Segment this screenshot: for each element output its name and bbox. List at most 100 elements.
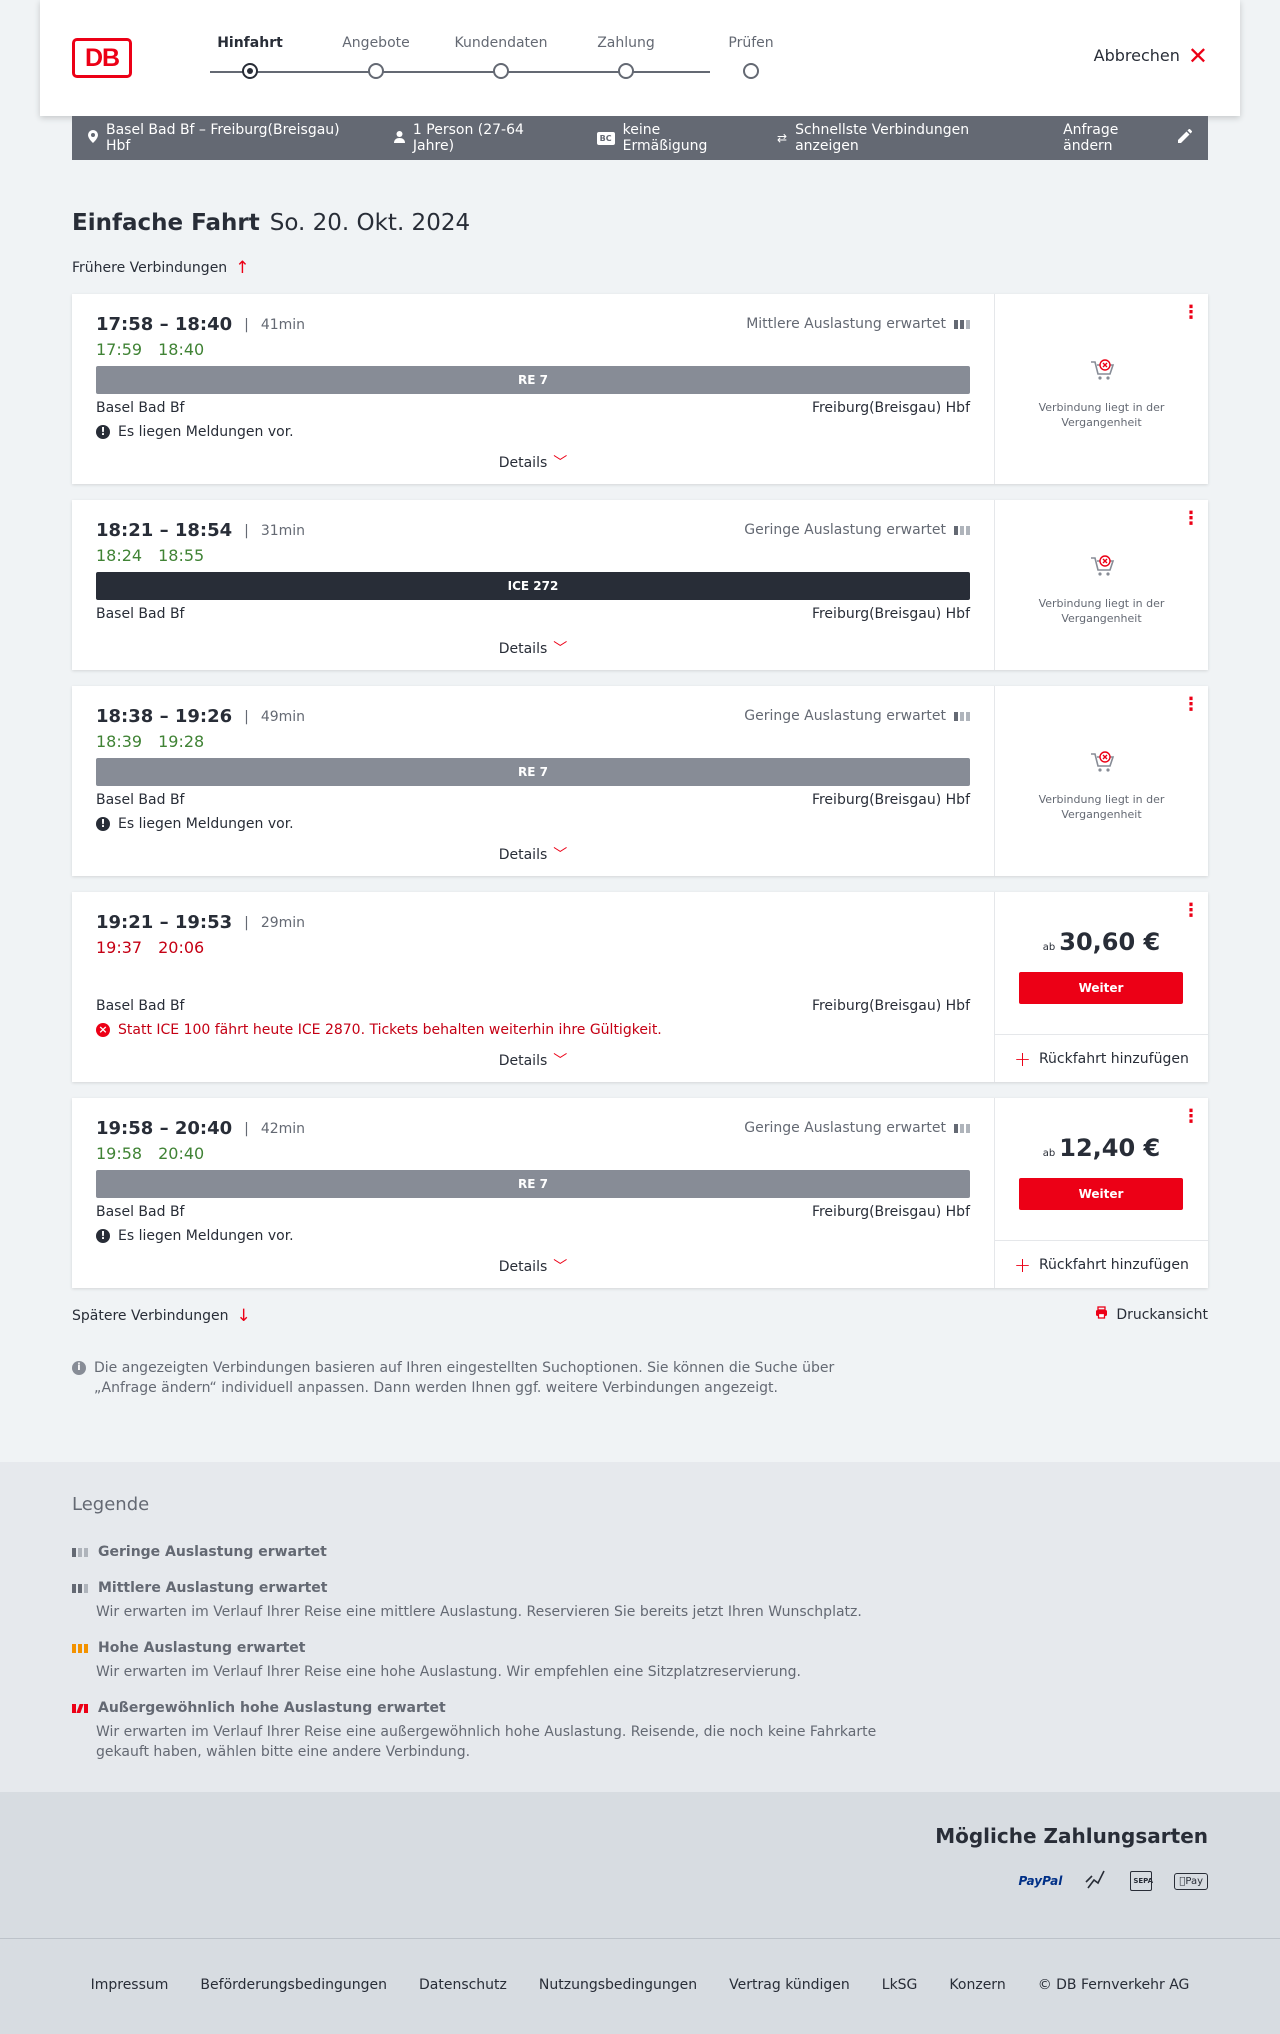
offer-panel: ⋮ Verbindung liegt in der Vergangenheit <box>994 294 1208 484</box>
realtime-departure: 18:24 <box>96 546 143 565</box>
realtime-arrival: 18:55 <box>158 546 205 565</box>
occupancy-info: Geringe Auslastung erwartet <box>744 1120 970 1136</box>
service-message: ! Es liegen Meldungen vor. <box>96 424 294 440</box>
page-title: Einfache Fahrt So. 20. Okt. 2024 <box>72 210 470 236</box>
train-segment-bar[interactable]: RE 7 <box>96 758 970 786</box>
realtime-arrival: 20:06 <box>158 938 205 957</box>
connection-times: 18:21 – 18:54 | 31min <box>96 520 306 541</box>
footer-link-nutzungsbedingungen[interactable]: Nutzungsbedingungen <box>539 1977 697 1993</box>
footer-link-datenschutz[interactable]: Datenschutz <box>419 1977 507 1993</box>
service-message: ! Es liegen Meldungen vor. <box>96 816 294 832</box>
step-dot <box>618 63 634 79</box>
train-segment-bar[interactable]: RE 7 <box>96 1170 970 1198</box>
price-value: 30,60 € <box>1059 928 1161 956</box>
occupancy-text: Geringe Auslastung erwartet <box>744 522 946 538</box>
step-dot <box>368 63 384 79</box>
step-label: Prüfen <box>728 35 774 51</box>
footer-link-lksg[interactable]: LkSG <box>882 1977 918 1993</box>
stations: Basel Bad Bf Freiburg(Breisgau) Hbf <box>96 400 970 416</box>
more-options-icon[interactable]: ⋮ <box>1182 696 1200 714</box>
details-toggle[interactable]: Details ﹀ <box>72 452 994 472</box>
details-toggle[interactable]: Details ﹀ <box>72 638 994 658</box>
chevron-down-icon: ﹀ <box>553 455 568 471</box>
connection-card: 19:21 – 19:53 | 29min 19:37 20:06 Basel Bad… <box>72 892 1208 1082</box>
more-options-icon[interactable]: ⋮ <box>1182 510 1200 528</box>
cancel-button[interactable]: Abbrechen ✕ <box>1094 44 1208 68</box>
edit-search-button[interactable]: Anfrage ändern <box>1063 122 1192 154</box>
train-segment-bar[interactable]: ICE 272 <box>96 572 970 600</box>
train-segment-bar[interactable]: RE 7 <box>96 366 970 394</box>
service-message: ! Es liegen Meldungen vor. <box>96 1228 294 1244</box>
payment-icons: PayPal SEPA Pay <box>1019 1868 1208 1894</box>
step-label: Angebote <box>342 35 410 51</box>
occupancy-info: Geringe Auslastung erwartet <box>744 522 970 538</box>
trip-date: So. 20. Okt. 2024 <box>269 210 471 236</box>
message-text: Es liegen Meldungen vor. <box>118 1228 294 1244</box>
occupancy-text: Geringe Auslastung erwartet <box>744 1120 946 1136</box>
footer-link-befoerderungsbedingungen[interactable]: Beförderungsbedingungen <box>200 1977 387 1993</box>
later-label: Spätere Verbindungen <box>72 1308 229 1324</box>
payment-methods-section: Mögliche Zahlungsarten PayPal SEPA Pay <box>0 1792 1280 1938</box>
legend-section: Legende Geringe Auslastung erwartet Mitt… <box>0 1462 1280 1792</box>
realtime-arrival: 20:40 <box>158 1144 205 1163</box>
fastest-text: Schnellste Verbindungen anzeigen <box>795 122 970 154</box>
destination-station: Freiburg(Breisgau) Hbf <box>811 606 970 622</box>
realtime-arrival: 19:28 <box>158 732 205 751</box>
occupancy-very-high-icon <box>72 1703 88 1713</box>
arrow-up-icon: ↑ <box>235 258 250 278</box>
search-info-note: i Die angezeigten Verbindungen basieren … <box>72 1358 842 1398</box>
occupancy-medium-icon <box>954 319 970 329</box>
plus-icon: + <box>1014 1252 1031 1277</box>
chevron-down-icon: ﹀ <box>553 1053 568 1069</box>
copyright: © DB Fernverkehr AG <box>1037 1977 1190 1993</box>
legend-item-desc: Wir erwarten im Verlauf Ihrer Reise eine… <box>96 1724 877 1760</box>
details-toggle[interactable]: Details ﹀ <box>72 1050 994 1070</box>
continue-button[interactable]: Weiter <box>1019 1178 1183 1210</box>
legend-item-title: Mittlere Auslastung erwartet <box>98 1580 328 1596</box>
progress-line <box>210 71 710 73</box>
summary-fastest: ⇄ Schnellste Verbindungen anzeigen <box>777 122 1033 154</box>
location-pin-icon <box>88 130 98 146</box>
details-toggle[interactable]: Details ﹀ <box>72 1256 994 1276</box>
add-return-button[interactable]: + Rückfahrt hinzufügen <box>995 1240 1208 1288</box>
occupancy-low-icon <box>954 711 970 721</box>
planned-times: 18:38 – 19:26 <box>96 706 233 727</box>
step-dot <box>242 63 258 79</box>
past-connection-text: Verbindung liegt in der Vergangenheit <box>1038 793 1165 821</box>
price-prefix: ab <box>1042 942 1056 953</box>
paypal-icon: PayPal <box>1018 1874 1063 1888</box>
origin-station: Basel Bad Bf <box>96 998 185 1014</box>
later-connections-link[interactable]: Spätere Verbindungen ↓ <box>72 1306 251 1326</box>
alert-icon: ! <box>96 425 110 439</box>
offer-panel: ⋮ Verbindung liegt in der Vergangenheit <box>994 500 1208 670</box>
print-view-link[interactable]: Druckansicht <box>1095 1306 1208 1323</box>
connection-times: 17:58 – 18:40 | 41min <box>96 314 306 335</box>
occupancy-high-icon <box>72 1643 88 1653</box>
connection-info: 19:58 – 20:40 | 42min 19:58 20:40 Geringe A… <box>72 1098 994 1288</box>
details-toggle[interactable]: Details ﹀ <box>72 844 994 864</box>
legend-item-title: Hohe Auslastung erwartet <box>98 1640 306 1656</box>
offer-panel: ⋮ ab 12,40 € Weiter + Rückfahrt hinzufügen <box>994 1098 1208 1288</box>
earlier-connections-link[interactable]: Frühere Verbindungen ↑ <box>72 258 249 278</box>
more-options-icon[interactable]: ⋮ <box>1182 1108 1200 1126</box>
stations: Basel Bad Bf Freiburg(Breisgau) Hbf <box>96 606 970 622</box>
footer: Impressum Beförderungsbedingungen Datens… <box>0 1938 1280 2034</box>
connection-card: 18:21 – 18:54 | 31min 18:24 18:55 Geringe A… <box>72 500 1208 670</box>
footer-link-impressum[interactable]: Impressum <box>91 1977 169 1993</box>
cart-unavailable-icon <box>1090 555 1114 576</box>
continue-button[interactable]: Weiter <box>1019 972 1183 1004</box>
db-logo[interactable]: DB <box>72 38 132 78</box>
details-label: Details <box>498 847 548 863</box>
duration: 42min <box>260 1120 306 1137</box>
footer-link-konzern[interactable]: Konzern <box>949 1977 1005 1993</box>
more-options-icon[interactable]: ⋮ <box>1182 902 1200 920</box>
duration: 31min <box>260 522 306 539</box>
message-text: Statt ICE 100 fährt heute ICE 2870. Tick… <box>118 1022 662 1038</box>
more-options-icon[interactable]: ⋮ <box>1182 304 1200 322</box>
realtime-arrival: 18:40 <box>158 340 205 359</box>
details-label: Details <box>498 641 548 657</box>
add-return-button[interactable]: + Rückfahrt hinzufügen <box>995 1034 1208 1082</box>
footer-link-vertrag-kuendigen[interactable]: Vertrag kündigen <box>729 1977 850 1993</box>
legend-item-desc: Wir erwarten im Verlauf Ihrer Reise eine… <box>96 1604 862 1620</box>
price: ab 12,40 € <box>995 1134 1208 1162</box>
